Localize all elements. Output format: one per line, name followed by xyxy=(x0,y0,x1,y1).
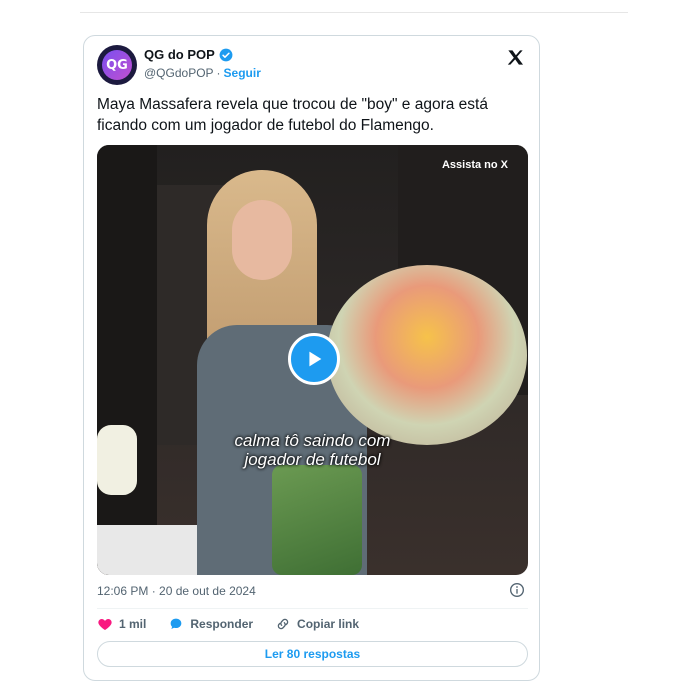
top-divider xyxy=(80,12,628,13)
video-player[interactable]: Assista no X calma tô saindo com jogador… xyxy=(97,145,528,575)
x-logo-icon[interactable] xyxy=(506,48,525,67)
copy-link-button[interactable]: Copiar link xyxy=(275,616,359,632)
like-button[interactable]: 1 mil xyxy=(97,616,146,632)
heart-icon xyxy=(98,619,112,630)
verified-badge-icon xyxy=(219,48,233,61)
copy-link-label: Copiar link xyxy=(297,617,360,631)
reply-button[interactable]: Responder xyxy=(168,616,253,632)
link-icon xyxy=(277,618,289,630)
watch-on-x-link[interactable]: Assista no X xyxy=(442,159,508,171)
avatar-initials: QG xyxy=(102,50,132,80)
video-frame-bouquet xyxy=(327,265,527,445)
read-replies-label: Ler 80 respostas xyxy=(264,647,361,661)
tweet-text: Maya Massafera revela que trocou de "boy… xyxy=(97,96,488,134)
play-icon xyxy=(309,351,322,367)
action-divider xyxy=(97,608,528,609)
embedded-tweet-card[interactable]: QG QG do POP @QGdoPOP · Seguir Maya Mass… xyxy=(83,35,540,681)
tweet-actions: 1 mil Responder Copiar link xyxy=(97,616,359,632)
tweet-timestamp[interactable]: 12:06 PM · 20 de out de 2024 xyxy=(97,584,256,598)
read-replies-button[interactable]: Ler 80 respostas xyxy=(97,641,528,667)
author-handle[interactable]: @QGdoPOP xyxy=(144,66,214,80)
video-frame-person-face xyxy=(232,200,292,280)
handle-separator: · xyxy=(216,66,221,80)
author-name[interactable]: QG do POP xyxy=(144,47,215,62)
reply-label: Responder xyxy=(190,617,254,631)
video-caption-line-2: jogador de futebol xyxy=(244,450,381,469)
follow-button[interactable]: Seguir xyxy=(224,66,261,80)
video-frame-stems xyxy=(272,465,362,575)
video-caption-line-1: calma tô saindo com xyxy=(234,431,391,450)
video-caption: calma tô saindo com jogador de futebol xyxy=(97,431,528,469)
like-count: 1 mil xyxy=(119,617,147,631)
avatar[interactable]: QG xyxy=(97,45,137,85)
author-name-row: QG do POP xyxy=(144,47,233,62)
play-button[interactable] xyxy=(288,333,340,385)
info-icon[interactable] xyxy=(509,582,525,598)
reply-bubble-icon xyxy=(171,618,182,629)
author-handle-row: @QGdoPOP · Seguir xyxy=(144,66,261,80)
video-frame-background xyxy=(97,145,157,575)
